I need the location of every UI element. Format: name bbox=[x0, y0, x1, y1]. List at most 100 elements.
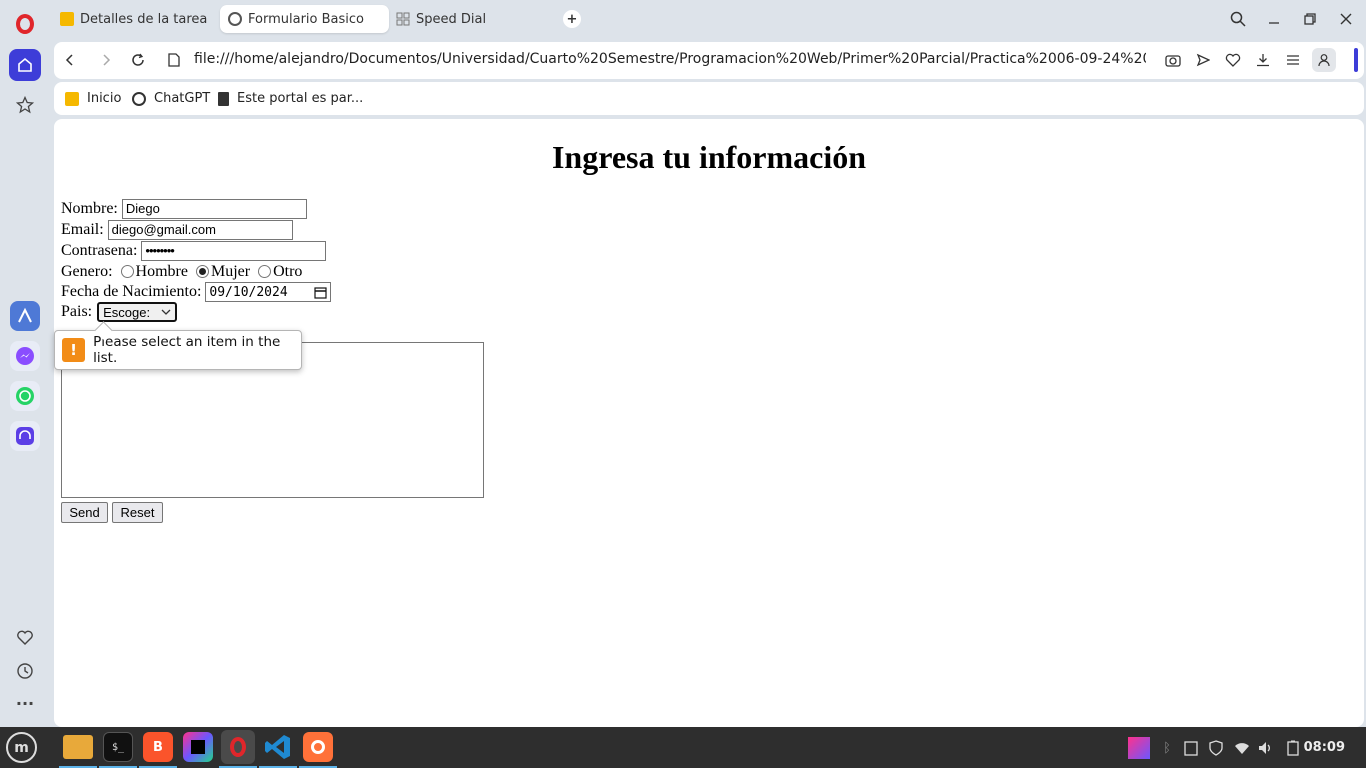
speed-dial-button[interactable] bbox=[9, 89, 41, 121]
close-icon bbox=[1340, 13, 1352, 25]
warning-icon: ! bbox=[62, 338, 86, 362]
validation-message: Please select an item in the list. bbox=[93, 334, 281, 366]
shield-icon bbox=[1209, 740, 1223, 756]
password-row: Contrasena: •••••••• bbox=[61, 241, 327, 261]
taskbar-clock[interactable]: 08:09 bbox=[1304, 740, 1345, 755]
aria-app-button[interactable] bbox=[10, 301, 40, 331]
globe-icon bbox=[228, 12, 242, 26]
headphones-icon bbox=[16, 427, 34, 445]
camera-icon bbox=[1165, 55, 1181, 67]
send-icon bbox=[1196, 53, 1210, 67]
toolbox-tray-icon[interactable] bbox=[1128, 737, 1150, 759]
radio-otro[interactable] bbox=[258, 264, 272, 278]
password-input[interactable]: •••••••• bbox=[141, 241, 327, 261]
calendar-icon[interactable] bbox=[314, 286, 327, 299]
brave-app[interactable]: B bbox=[143, 732, 173, 762]
bluetooth-tray-icon[interactable]: ᛒ bbox=[1158, 739, 1176, 757]
files-app[interactable] bbox=[63, 735, 93, 759]
close-window-button[interactable] bbox=[1336, 9, 1356, 29]
mint-menu-button[interactable]: m bbox=[6, 732, 37, 763]
sidebar-panel-indicator bbox=[1354, 48, 1358, 72]
pais-label: Pais: bbox=[61, 303, 93, 320]
bookmark-chatgpt[interactable]: ChatGPT bbox=[132, 91, 210, 106]
home-button[interactable] bbox=[9, 49, 41, 81]
music-app-button[interactable] bbox=[10, 421, 40, 451]
send-button[interactable]: Send bbox=[61, 502, 108, 523]
vscode-icon bbox=[265, 735, 290, 759]
search-icon bbox=[1230, 11, 1246, 27]
star-icon bbox=[16, 96, 34, 114]
minimize-icon bbox=[1269, 22, 1279, 24]
bookmark-label: ChatGPT bbox=[154, 91, 211, 106]
radio-hombre-label: Hombre bbox=[135, 263, 188, 280]
form-title: Ingresa tu información bbox=[551, 139, 867, 175]
radio-hombre[interactable] bbox=[120, 264, 134, 278]
more-menu-button[interactable]: ··· bbox=[9, 687, 41, 719]
tab-detalles-de-la-tarea[interactable]: Detalles de la tarea bbox=[52, 5, 217, 33]
bookmark-label: Este portal es par... bbox=[237, 91, 364, 106]
pais-selected-value: Escoge: bbox=[103, 304, 151, 320]
nombre-input[interactable]: Diego bbox=[121, 199, 307, 219]
whatsapp-app-button[interactable] bbox=[10, 381, 40, 411]
tab-bar: Detalles de la tarea Formulario Basico S… bbox=[50, 0, 1366, 38]
maximize-button[interactable] bbox=[1300, 9, 1320, 29]
clipboard-tray-icon[interactable] bbox=[1182, 739, 1200, 757]
snapshot-button[interactable] bbox=[1163, 50, 1183, 70]
wifi-tray-icon[interactable] bbox=[1233, 739, 1251, 757]
bookmark-este-portal[interactable]: Este portal es par... bbox=[218, 91, 363, 106]
radio-mujer[interactable] bbox=[195, 264, 209, 278]
opera-logo-icon[interactable] bbox=[16, 14, 34, 34]
pais-row: Pais: Escoge: bbox=[61, 302, 178, 322]
minimize-button[interactable] bbox=[1264, 9, 1284, 29]
url-field[interactable]: file:///home/alejandro/Documentos/Univer… bbox=[194, 51, 1146, 67]
tab-speed-dial[interactable]: Speed Dial bbox=[388, 5, 553, 33]
plus-icon: + bbox=[566, 11, 578, 27]
email-input[interactable]: diego@gmail.com bbox=[107, 220, 293, 240]
reload-button[interactable] bbox=[128, 50, 148, 70]
jetbrains-app[interactable] bbox=[183, 732, 213, 762]
firefox-app[interactable] bbox=[303, 732, 333, 762]
jetbrains-icon bbox=[191, 740, 205, 754]
search-tabs-button[interactable] bbox=[1228, 9, 1248, 29]
volume-tray-icon[interactable] bbox=[1257, 739, 1275, 757]
fecha-value: 09/10/2024 bbox=[209, 284, 288, 300]
settings-sliders-icon bbox=[1287, 55, 1299, 65]
reset-button[interactable]: Reset bbox=[112, 502, 163, 523]
terminal-app[interactable]: $_ bbox=[103, 732, 133, 762]
favorites-button[interactable] bbox=[9, 622, 41, 654]
file-icon bbox=[168, 53, 180, 67]
battery-tray-icon[interactable] bbox=[1284, 739, 1302, 757]
chatgpt-icon bbox=[132, 91, 146, 106]
page-info-button[interactable] bbox=[164, 50, 184, 70]
tab-label: Speed Dial bbox=[416, 11, 487, 27]
back-arrow-icon bbox=[65, 54, 73, 66]
history-button[interactable] bbox=[9, 655, 41, 687]
nombre-label: Nombre: bbox=[61, 200, 118, 217]
tab-formulario-basico[interactable]: Formulario Basico bbox=[220, 5, 389, 33]
user-icon bbox=[1318, 54, 1330, 67]
genero-label: Genero: bbox=[61, 263, 113, 280]
opera-sidebar: ··· bbox=[0, 0, 50, 727]
send-to-flow-button[interactable] bbox=[1193, 50, 1213, 70]
ellipsis-icon: ··· bbox=[15, 693, 35, 713]
messenger-app-button[interactable] bbox=[10, 341, 40, 371]
easy-setup-button[interactable] bbox=[1283, 50, 1303, 70]
downloads-button[interactable] bbox=[1253, 50, 1273, 70]
battery-icon bbox=[1287, 740, 1299, 756]
messenger-icon bbox=[16, 347, 34, 365]
bookmark-inicio[interactable]: Inicio bbox=[65, 91, 121, 106]
profile-button[interactable] bbox=[1312, 48, 1336, 72]
bookmark-page-button[interactable] bbox=[1223, 50, 1243, 70]
shield-tray-icon[interactable] bbox=[1207, 739, 1225, 757]
bluetooth-icon: ᛒ bbox=[1163, 740, 1171, 756]
bookmark-label: Inicio bbox=[87, 91, 122, 106]
vscode-app[interactable] bbox=[263, 732, 293, 762]
back-button[interactable] bbox=[60, 50, 80, 70]
pais-select[interactable]: Escoge: bbox=[97, 302, 178, 322]
fecha-input[interactable]: 09/10/2024 bbox=[205, 282, 332, 302]
opera-app[interactable] bbox=[221, 730, 255, 764]
new-tab-button[interactable]: + bbox=[563, 10, 581, 28]
radio-mujer-label: Mujer bbox=[210, 263, 251, 280]
forward-button[interactable] bbox=[96, 50, 116, 70]
home-icon bbox=[18, 57, 32, 72]
